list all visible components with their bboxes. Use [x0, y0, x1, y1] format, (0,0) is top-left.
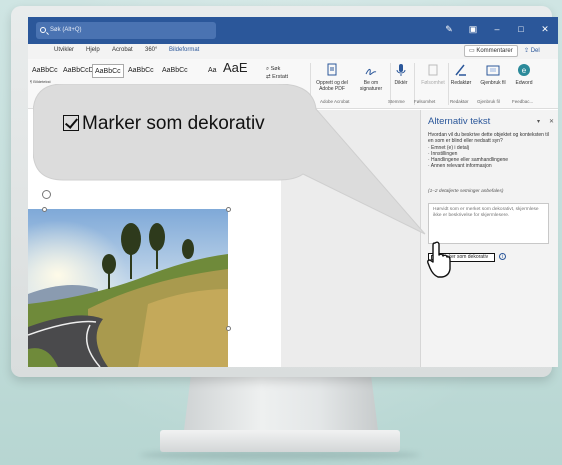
group-feedback: Feedbac... — [512, 99, 534, 104]
alt-text-pane: Alternativ tekst ▾ ✕ Hvordan vil du besk… — [420, 110, 558, 367]
pen-icon[interactable]: ✎ — [444, 24, 454, 34]
tab-hjelp[interactable]: Hjelp — [86, 47, 100, 53]
sok-button[interactable]: ⌕ Søk — [266, 65, 288, 73]
callout-text: Marker som dekorativ — [82, 113, 265, 134]
zoom-callout — [33, 84, 426, 235]
editor-icon — [455, 64, 466, 76]
share-button[interactable]: ⇪ Del — [520, 45, 544, 57]
sensitivity-icon — [428, 64, 438, 76]
tab-360[interactable]: 360° — [145, 47, 157, 53]
edword-icon: e — [518, 64, 530, 76]
pane-description: Hvordan vil du beskrive dette objektet o… — [428, 132, 552, 170]
pane-options-icon[interactable]: ▾ — [537, 118, 540, 125]
tab-acrobat[interactable]: Acrobat — [112, 47, 133, 53]
minimize-icon[interactable]: – — [492, 24, 502, 34]
close-pane-icon[interactable]: ✕ — [549, 118, 554, 125]
alt-text-input[interactable] — [428, 203, 549, 244]
hand-cursor-icon — [427, 241, 451, 278]
layout-icon[interactable]: ▣ — [468, 24, 478, 34]
share-icon: ⇪ — [524, 48, 531, 54]
description-text: Hvordan vil du beskrive dette objektet o… — [428, 132, 549, 145]
monitor-stand-base — [160, 430, 400, 452]
style-1[interactable]: AaBbCcD — [61, 64, 96, 78]
comments-label: Kommentarer — [476, 48, 513, 54]
checkbox-checked-icon — [63, 115, 79, 131]
restore-icon[interactable]: □ — [516, 24, 526, 34]
resize-handle[interactable] — [226, 326, 231, 331]
signature-icon — [365, 68, 377, 76]
callout-label: Marker som dekorativ — [63, 113, 265, 135]
style-4[interactable]: AaBbCc — [160, 64, 190, 78]
microphone-icon — [396, 64, 406, 76]
search-icon — [40, 27, 46, 33]
search-text: Søk (Alt+Q) — [50, 27, 82, 33]
bullet-item: · Annen relevant informasjon — [428, 163, 492, 170]
edword-button[interactable]: e Edword — [505, 63, 543, 86]
share-label: Del — [530, 48, 540, 54]
close-icon[interactable]: ✕ — [540, 24, 550, 34]
tab-bildeformat[interactable]: Bildeformat — [169, 47, 199, 53]
style-3[interactable]: AaBbCc — [126, 64, 156, 78]
pdf-icon — [327, 63, 337, 76]
info-icon[interactable]: i — [499, 253, 506, 260]
pane-title: Alternativ tekst — [428, 116, 491, 127]
style-2[interactable]: AaBbCc — [92, 64, 124, 78]
group-redaktor: Redaktør — [450, 99, 469, 104]
ribbon-tab-bar: Utvikler Hjelp Acrobat 360° Bildeformat … — [28, 44, 558, 59]
reuse-file-icon — [486, 65, 500, 76]
group-gjenbruk: Gjenbruk fil — [477, 99, 500, 104]
tab-utvikler[interactable]: Utvikler — [54, 47, 74, 53]
pane-hint: (1–2 detaljerte setninger anbefales) — [428, 189, 504, 194]
svg-text:e: e — [522, 66, 527, 75]
search-replace-group: ⌕ Søk ⇄ Erstatt — [266, 65, 288, 81]
search-box[interactable]: Søk (Alt+Q) — [36, 22, 216, 39]
title-bar: Søk (Alt+Q) ✎ ▣ – □ ✕ — [28, 17, 558, 44]
style-normal[interactable]: AaBbCc — [30, 64, 60, 78]
erstatt-button[interactable]: ⇄ Erstatt — [266, 73, 288, 81]
comments-button[interactable]: ▭ Kommentarer — [464, 45, 518, 57]
style-heading[interactable]: AaE — [221, 61, 250, 75]
style-title[interactable]: Aa — [206, 64, 219, 78]
monitor-stand — [183, 376, 379, 438]
